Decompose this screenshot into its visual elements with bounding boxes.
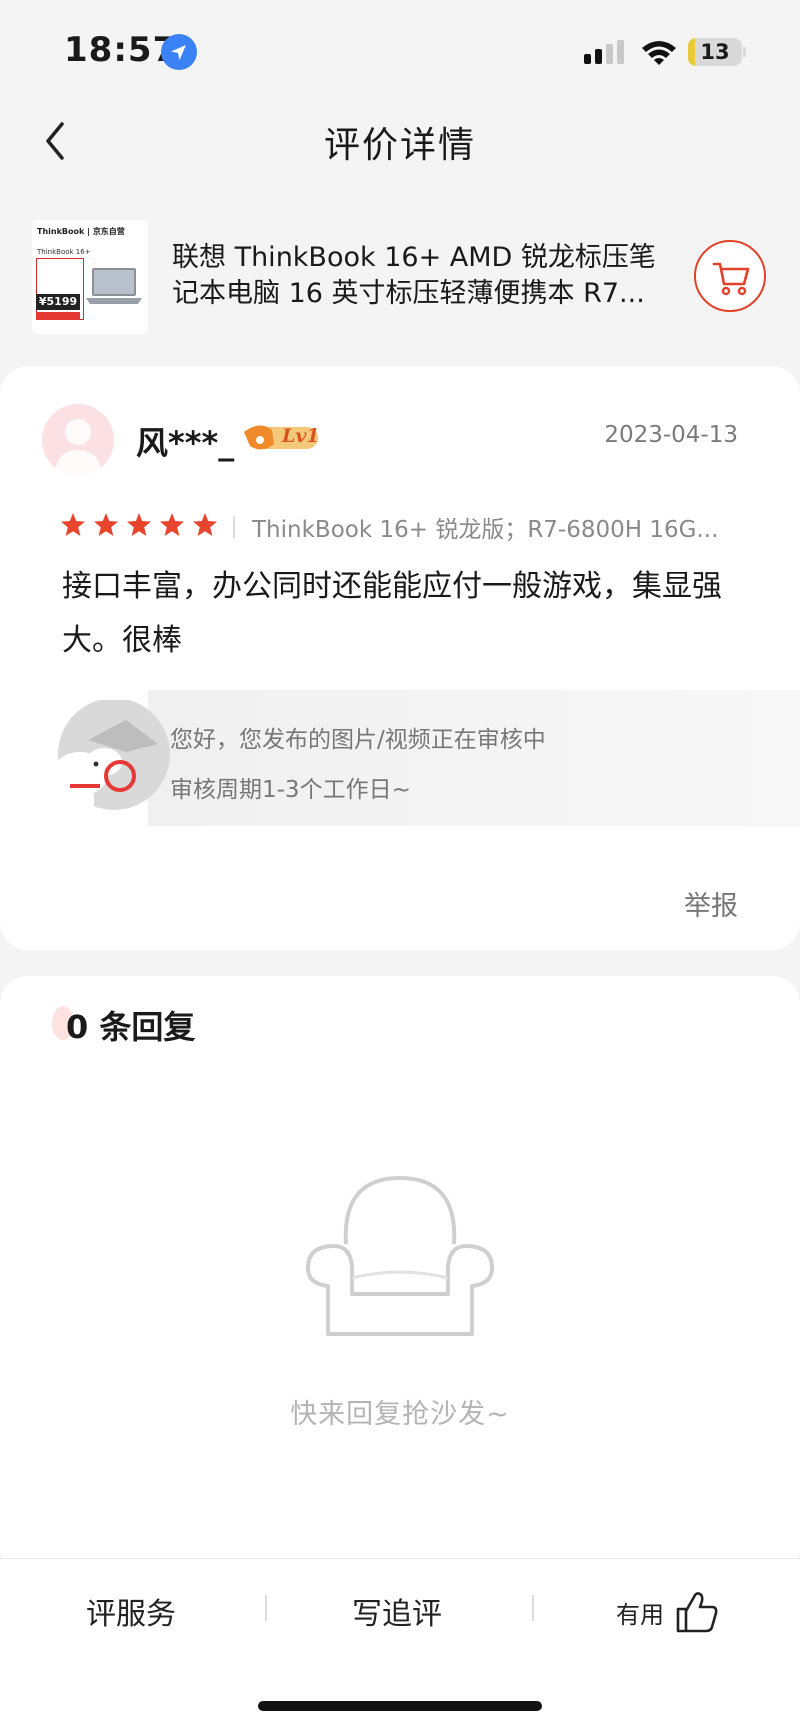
location-arrow-icon <box>161 34 197 70</box>
replies-section: 0 条回复 快来回复抢沙发~ <box>0 976 800 1576</box>
pending-message: 您好，您发布的图片/视频正在审核中 <box>170 727 546 753</box>
star-icon <box>193 513 217 536</box>
battery-level: 13 <box>700 40 730 64</box>
review-detail-screen: 18:57 13 评价详情 ThinkBook | 京东自营 ThinkBook… <box>0 0 800 1731</box>
empty-replies-text: 快来回复抢沙发~ <box>290 1399 510 1430</box>
thumbnail-price: ¥5199 <box>36 294 80 310</box>
thumbnail-model: ThinkBook 16+ <box>37 248 91 256</box>
media-pending-notice: 您好，您发布的图片/视频正在审核中 审核周期1-3个工作日~ <box>30 688 800 828</box>
thumbnail-tag <box>36 312 80 320</box>
product-thumbnail[interactable]: ThinkBook | 京东自营 ThinkBook 16+ ¥5199 <box>32 220 148 334</box>
avatar[interactable] <box>42 404 114 476</box>
useful-label: 有用 <box>616 1600 664 1629</box>
level-badge-label: Lv1 <box>282 425 320 447</box>
default-avatar-icon <box>54 419 102 476</box>
level-badge: Lv1 <box>242 418 322 456</box>
bar-divider <box>265 1595 267 1621</box>
status-bar: 18:57 13 <box>0 0 800 100</box>
report-button[interactable]: 举报 <box>684 884 738 923</box>
cellular-signal-icon <box>584 40 624 64</box>
thumbs-up-icon <box>676 1592 718 1633</box>
rating-divider <box>233 516 235 538</box>
battery-icon: 13 <box>688 38 746 66</box>
wifi-icon <box>642 41 676 65</box>
product-spec: ThinkBook 16+ 锐龙版；R7-6800H 16G... <box>252 517 719 543</box>
star-icon <box>160 513 184 536</box>
rate-service-button[interactable]: 评服务 <box>86 1589 176 1639</box>
pending-background <box>148 690 800 826</box>
star-icon <box>127 513 151 536</box>
page-title: 评价详情 <box>323 125 476 166</box>
review-content: 接口丰富，办公同时还能能应付一般游戏，集显强大。很棒 <box>62 569 722 658</box>
useful-button[interactable]: 有用 <box>616 1587 720 1637</box>
star-icon <box>94 513 118 536</box>
reviewer-username: 风***_ <box>136 424 235 462</box>
star-rating <box>60 512 218 538</box>
sofa-icon <box>306 1175 494 1336</box>
nav-bar: 评价详情 <box>0 100 800 180</box>
pending-duration: 审核周期1-3个工作日~ <box>170 777 411 803</box>
laptop-image-icon <box>86 268 142 304</box>
home-indicator <box>258 1701 542 1711</box>
product-row[interactable]: ThinkBook | 京东自营 ThinkBook 16+ ¥5199 联想 … <box>0 212 800 338</box>
mascot-dog-icon <box>52 700 170 814</box>
thumbnail-promo-box <box>36 258 84 320</box>
shopping-cart-icon <box>712 262 750 296</box>
thumbnail-brand: ThinkBook | 京东自营 <box>37 227 125 236</box>
star-icon <box>61 513 85 536</box>
review-date: 2023-04-13 <box>604 422 738 448</box>
review-card: 风***_ Lv1 2023-04-13 ThinkBook 16+ 锐龙版；R… <box>0 366 800 950</box>
product-name[interactable]: 联想 ThinkBook 16+ AMD 锐龙标压笔记本电脑 16 英寸标压轻薄… <box>172 240 662 312</box>
bar-divider <box>532 1595 534 1621</box>
reply-count: 0 条回复 <box>66 1008 196 1046</box>
write-followup-button[interactable]: 写追评 <box>352 1589 442 1639</box>
add-to-cart-button[interactable] <box>694 240 766 312</box>
